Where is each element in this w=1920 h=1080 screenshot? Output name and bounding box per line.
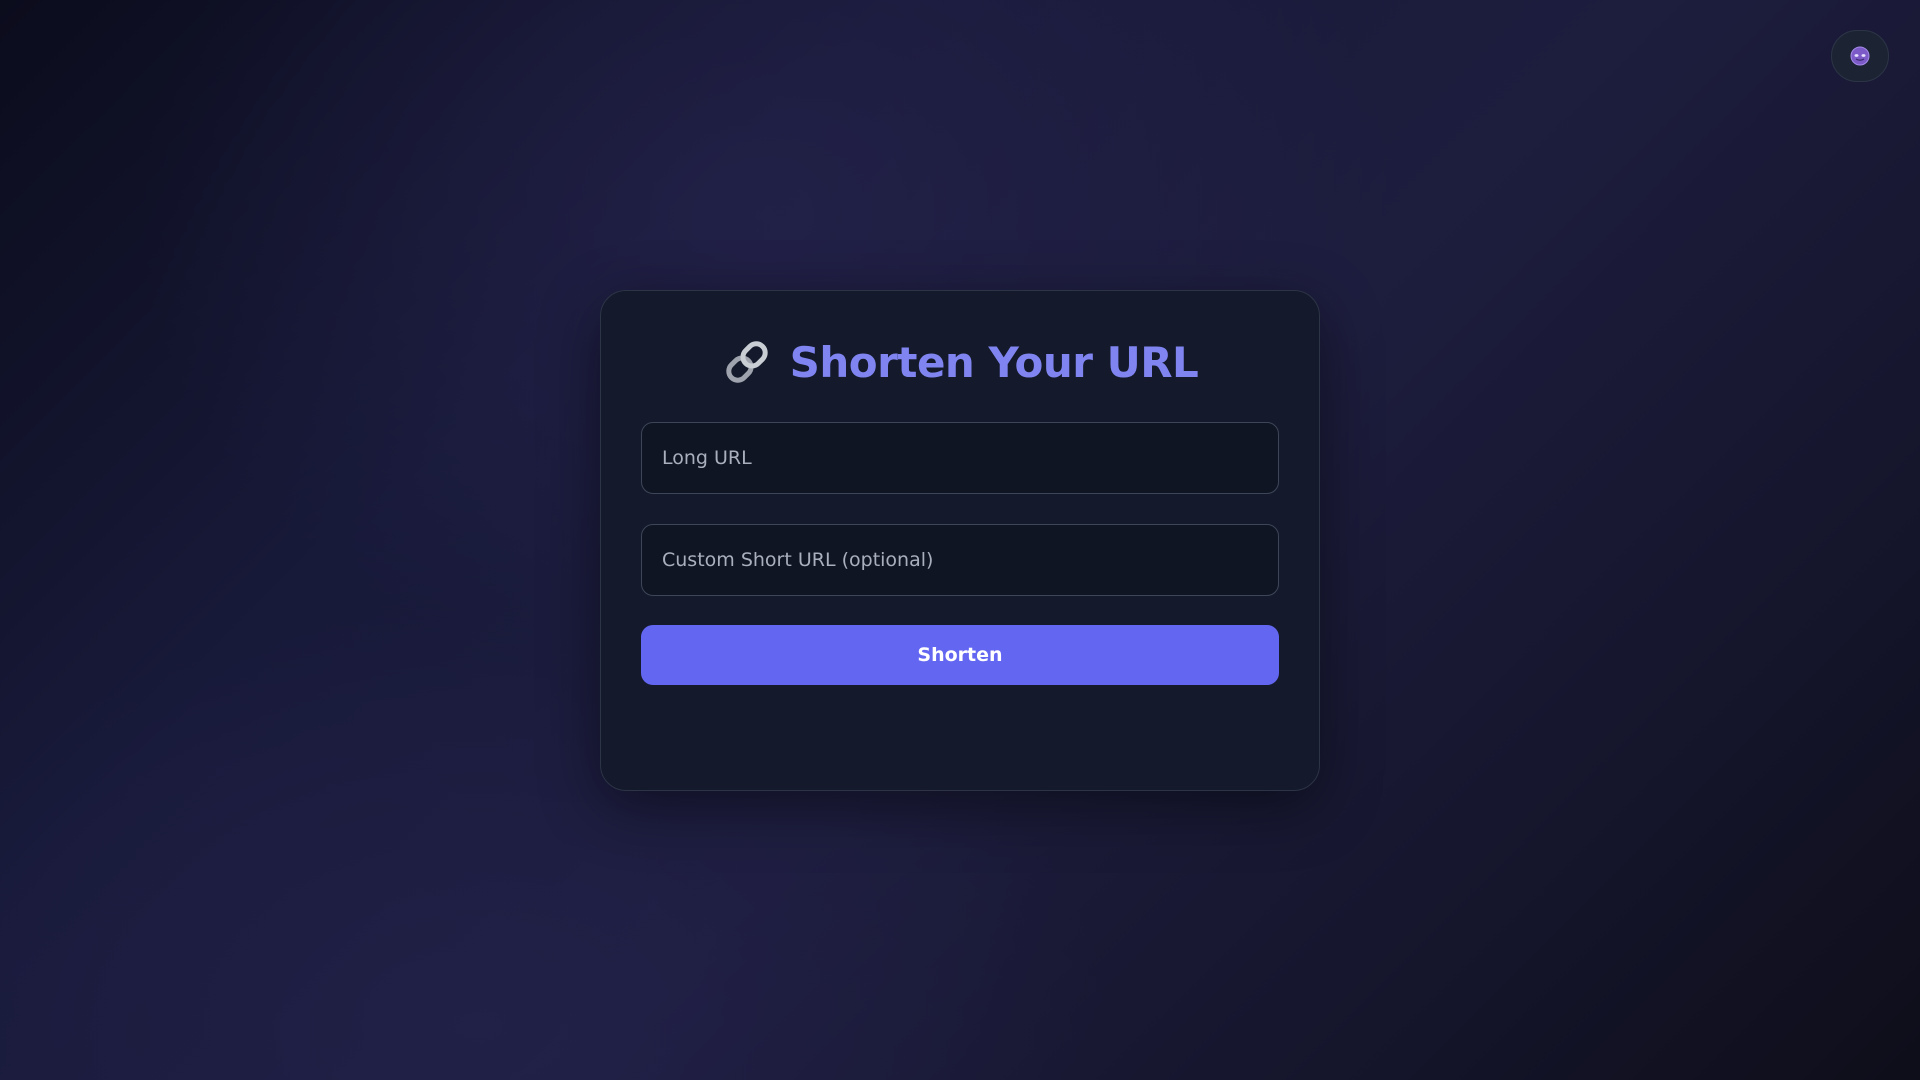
- custom-short-url-input[interactable]: [641, 524, 1279, 596]
- card-header: Shorten Your URL: [601, 331, 1319, 393]
- shorten-button[interactable]: Shorten: [641, 625, 1279, 685]
- long-url-input[interactable]: [641, 422, 1279, 494]
- theme-toggle-button[interactable]: [1831, 30, 1889, 82]
- shorten-card: Shorten Your URL Shorten: [600, 290, 1320, 791]
- link-icon: [725, 341, 768, 383]
- moon-face-icon: [1850, 46, 1870, 66]
- page-title: Shorten Your URL: [789, 337, 1199, 387]
